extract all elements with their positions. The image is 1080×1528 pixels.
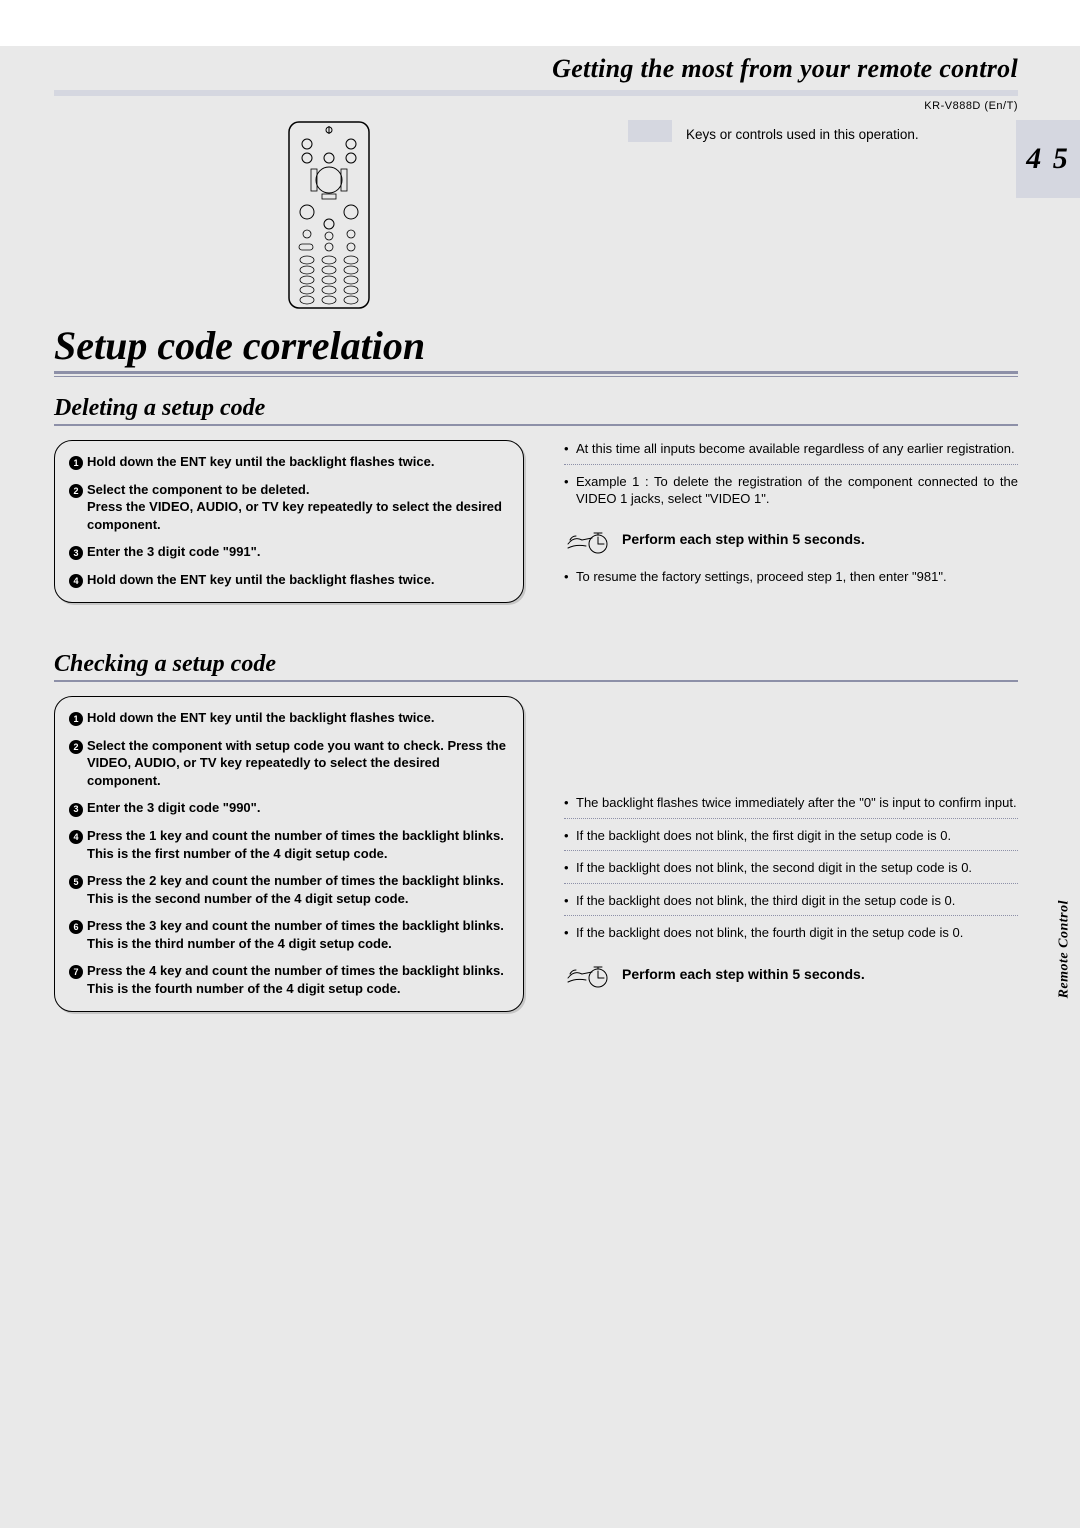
remote-control-icon	[283, 120, 375, 310]
dotted-divider	[564, 883, 1018, 884]
step-item: 4Hold down the ENT key until the backlig…	[69, 571, 509, 589]
timer-hand-icon	[564, 522, 610, 558]
tip-text: Perform each step within 5 seconds.	[622, 965, 865, 984]
timer-hand-icon	[564, 956, 610, 992]
spine-label: Remote Control	[1056, 900, 1072, 998]
page-number-tab: 4 5	[1016, 120, 1080, 198]
step-item: 1Hold down the ENT key until the backlig…	[69, 709, 509, 727]
notes-col-checking: •The backlight flashes twice immediately…	[564, 696, 1018, 998]
subsection-rule	[54, 424, 1018, 426]
section-title-deleting: Deleting a setup code	[0, 377, 1080, 424]
steps-box-checking: 1Hold down the ENT key until the backlig…	[54, 696, 524, 1012]
step-item: 6Press the 3 key and count the number of…	[69, 917, 509, 952]
steps-box-deleting: 1Hold down the ENT key until the backlig…	[54, 440, 524, 603]
dotted-divider	[564, 850, 1018, 851]
section-title-checking: Checking a setup code	[0, 633, 1080, 680]
note-item: •At this time all inputs become availabl…	[564, 440, 1018, 458]
step-item: 3Enter the 3 digit code "990".	[69, 799, 509, 817]
step-item: 2Select the component with setup code yo…	[69, 737, 509, 790]
notes-col-deleting: •At this time all inputs become availabl…	[564, 440, 1018, 591]
page-title: Setup code correlation	[0, 310, 1080, 371]
note-item: •Example 1 : To delete the registration …	[564, 473, 1018, 508]
note-item: •If the backlight does not blink, the fi…	[564, 827, 1018, 845]
step-item: 1Hold down the ENT key until the backlig…	[69, 453, 509, 471]
model-number: KR-V888D (En/T)	[0, 96, 1080, 112]
note-item: •If the backlight does not blink, the se…	[564, 859, 1018, 877]
note-item: •To resume the factory settings, proceed…	[564, 568, 1018, 586]
step-item: 3Enter the 3 digit code "991".	[69, 543, 509, 561]
step-item: 7Press the 4 key and count the number of…	[69, 962, 509, 997]
remote-control-figure	[54, 120, 604, 310]
keys-caption: Keys or controls used in this operation.	[686, 127, 919, 142]
page-number: 4 5	[1026, 142, 1070, 176]
dotted-divider	[564, 915, 1018, 916]
tip-row: Perform each step within 5 seconds.	[564, 956, 1018, 992]
subsection-rule	[54, 680, 1018, 682]
note-item: •If the backlight does not blink, the th…	[564, 892, 1018, 910]
dotted-divider	[564, 818, 1018, 819]
keys-caption-row: Keys or controls used in this operation.	[628, 120, 1018, 160]
note-item: •If the backlight does not blink, the fo…	[564, 924, 1018, 942]
step-item: 4Press the 1 key and count the number of…	[69, 827, 509, 862]
step-item: 5Press the 2 key and count the number of…	[69, 872, 509, 907]
tip-row: Perform each step within 5 seconds.	[564, 522, 1018, 558]
page-header-title: Getting the most from your remote contro…	[0, 46, 1080, 90]
note-item: •The backlight flashes twice immediately…	[564, 794, 1018, 812]
step-item: 2Select the component to be deleted. Pre…	[69, 481, 509, 534]
highlight-swatch-icon	[628, 120, 672, 142]
dotted-divider	[564, 464, 1018, 465]
tip-text: Perform each step within 5 seconds.	[622, 530, 865, 549]
